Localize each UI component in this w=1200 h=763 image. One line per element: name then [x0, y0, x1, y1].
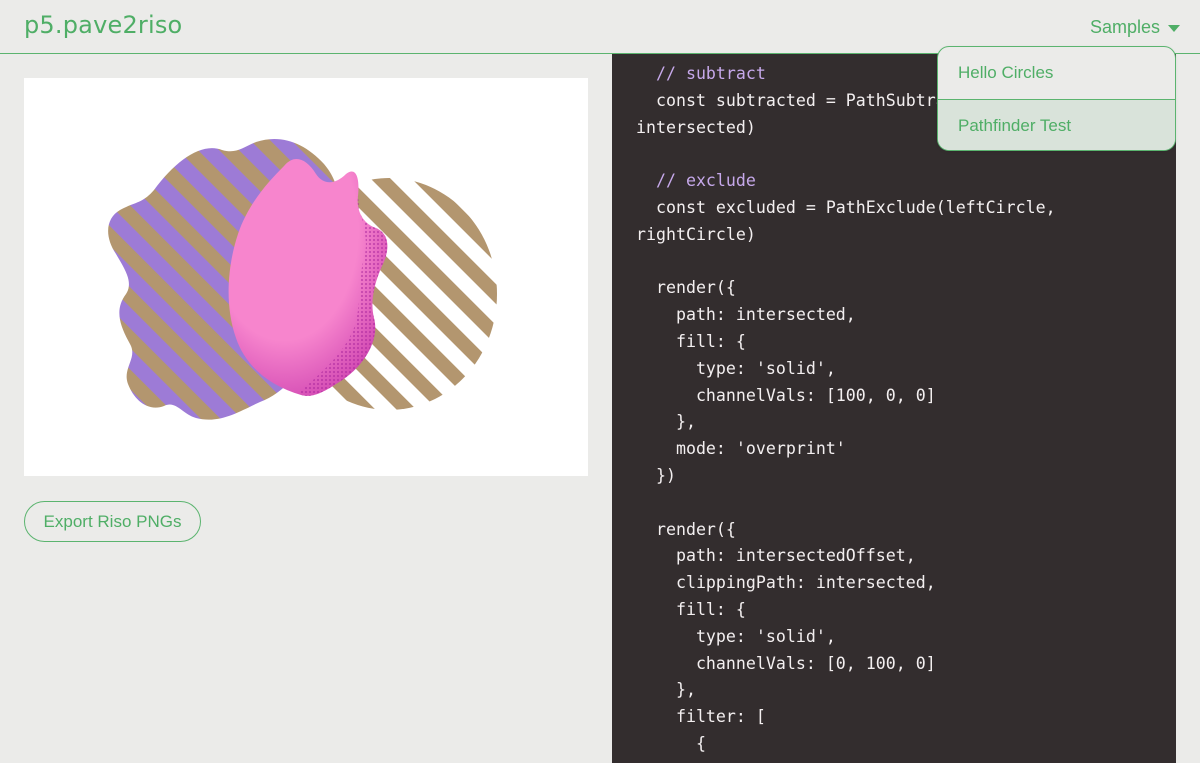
- riso-preview-canvas: [24, 78, 588, 476]
- samples-menu-button[interactable]: Samples: [1090, 16, 1181, 38]
- code-line: channelVals: [0, 100, 0]: [636, 653, 936, 673]
- sample-item-pathfinder-test[interactable]: Pathfinder Test: [938, 99, 1175, 150]
- code-line: channelVals: [100, 0, 0]: [636, 385, 936, 405]
- code-line: clippingPath: intersected,: [636, 573, 936, 593]
- code-line: }): [636, 465, 676, 485]
- code-line: render({: [636, 519, 736, 539]
- code-line: rightCircle): [636, 224, 756, 244]
- code-line: type: 'solid',: [636, 626, 836, 646]
- code-line: },: [636, 680, 696, 700]
- code-line: mode: 'overprint': [636, 439, 846, 459]
- code-line: fill: {: [636, 331, 746, 351]
- riso-artwork: [108, 138, 497, 420]
- code-line: type: 'solid',: [636, 358, 836, 378]
- code-line: {: [636, 733, 706, 753]
- caret-down-icon: [1168, 24, 1181, 32]
- code-line: // exclude: [636, 171, 756, 191]
- export-riso-pngs-button[interactable]: Export Riso PNGs: [24, 501, 201, 542]
- code-line: const excluded = PathExclude(leftCircle,: [636, 197, 1056, 217]
- sample-item-hello-circles[interactable]: Hello Circles: [938, 47, 1175, 99]
- code-text[interactable]: // subtract const subtracted = PathSubtr…: [636, 61, 1096, 758]
- code-line: filter: [: [636, 707, 766, 727]
- app-title: p5.pave2riso: [24, 11, 183, 39]
- samples-menu-label: Samples: [1090, 16, 1161, 37]
- code-line: path: intersectedOffset,: [636, 546, 916, 566]
- code-line: fill: {: [636, 599, 746, 619]
- samples-dropdown-menu: Hello Circles Pathfinder Test: [937, 46, 1176, 151]
- code-editor-panel[interactable]: // subtract const subtracted = PathSubtr…: [612, 54, 1176, 763]
- code-line: render({: [636, 278, 736, 298]
- code-line: path: intersected,: [636, 305, 856, 325]
- code-line: },: [636, 412, 696, 432]
